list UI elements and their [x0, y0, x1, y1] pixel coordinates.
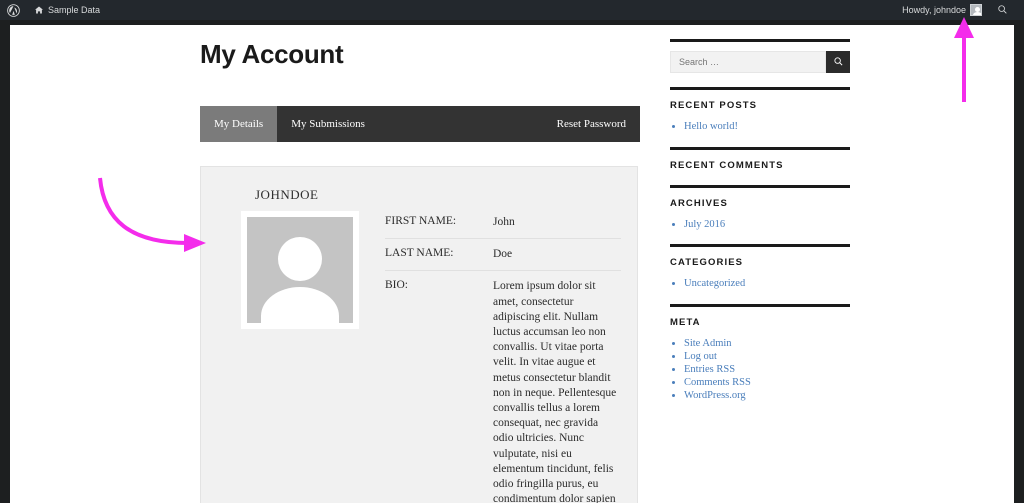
my-account-menu[interactable]: Howdy, johndoe: [895, 0, 989, 20]
search-form: [670, 51, 850, 73]
list-item[interactable]: Log out: [684, 351, 850, 363]
meta-link-log-out: Log out: [684, 350, 717, 362]
field-row-bio: BIO: Lorem ipsum dolor sit amet, consect…: [385, 271, 621, 503]
wordpress-logo-button[interactable]: [0, 0, 27, 20]
wp-admin-bar: Sample Data Howdy, johndoe: [0, 0, 1024, 20]
account-tabs: My Details My Submissions Reset Password: [200, 106, 640, 142]
widget-title-categories: CATEGORIES: [670, 257, 744, 269]
field-value: Lorem ipsum dolor sit amet, consectetur …: [493, 280, 617, 503]
profile-username: JOHNDOE: [255, 187, 319, 202]
meta-link-comments-rss: Comments RSS: [684, 377, 751, 389]
field-label: FIRST NAME:: [385, 215, 457, 227]
reset-password-label: Reset Password: [556, 118, 626, 130]
list-item[interactable]: Comments RSS: [684, 377, 850, 389]
tab-my-details-label: My Details: [214, 118, 264, 130]
meta-link-wordpress-org: WordPress.org: [684, 390, 746, 402]
list-item[interactable]: Uncategorized: [684, 278, 850, 290]
archives-list: July 2016: [670, 219, 850, 231]
field-value: Doe: [493, 248, 513, 261]
user-avatar-icon: [970, 4, 982, 16]
admin-bar-right: Howdy, johndoe: [895, 0, 1024, 20]
main-content: My Account My Details My Submissions Res…: [190, 39, 640, 503]
widget-divider: [670, 244, 850, 248]
category-link: Uncategorized: [684, 278, 746, 290]
howdy-label: Howdy, johndoe: [902, 5, 966, 15]
site-page: My Account My Details My Submissions Res…: [10, 25, 1014, 503]
profile-card: JOHNDOE FIRST NAME: John LAST NAME: Doe: [200, 166, 638, 503]
field-row-first-name: FIRST NAME: John: [385, 211, 621, 240]
widget-title-recent-comments: RECENT COMMENTS: [670, 159, 784, 171]
search-input[interactable]: [670, 51, 826, 73]
tab-my-details[interactable]: My Details: [200, 106, 278, 142]
tab-my-submissions[interactable]: My Submissions: [277, 106, 379, 142]
meta-list: Site Admin Log out Entries RSS Comments …: [670, 338, 850, 402]
user-avatar-placeholder-icon: [247, 217, 353, 323]
list-item[interactable]: Site Admin: [684, 338, 850, 350]
widget-recent-posts: RECENT POSTS Hello world!: [670, 87, 850, 133]
search-icon: [997, 4, 1008, 17]
list-item[interactable]: Entries RSS: [684, 364, 850, 376]
meta-link-entries-rss: Entries RSS: [684, 363, 736, 375]
profile-fields: FIRST NAME: John LAST NAME: Doe BIO: Lor…: [385, 211, 621, 503]
site-name-label: Sample Data: [48, 5, 101, 15]
widget-search: [670, 39, 850, 73]
list-item[interactable]: WordPress.org: [684, 390, 850, 402]
list-item[interactable]: July 2016: [684, 219, 850, 231]
list-item[interactable]: Hello world!: [684, 121, 850, 133]
reset-password-link[interactable]: Reset Password: [543, 106, 640, 142]
categories-list: Uncategorized: [670, 278, 850, 290]
field-label: BIO:: [385, 279, 408, 292]
widget-title-recent-posts: RECENT POSTS: [670, 100, 758, 111]
widget-title-meta: META: [670, 316, 701, 328]
page-frame: My Account My Details My Submissions Res…: [0, 20, 1024, 503]
widget-title-archives: ARCHIVES: [670, 197, 728, 209]
search-icon: [833, 55, 844, 70]
avatar: [241, 211, 359, 329]
widget-divider: [670, 303, 850, 307]
widget-divider: [670, 146, 850, 150]
field-label: LAST NAME:: [385, 247, 454, 260]
widget-meta: META Site Admin Log out Entries RSS Comm…: [670, 303, 850, 402]
home-icon: [34, 5, 44, 15]
field-value: John: [493, 216, 515, 228]
admin-bar-search-button[interactable]: [989, 0, 1016, 20]
widget-archives: ARCHIVES July 2016: [670, 184, 850, 231]
widget-divider: [670, 39, 850, 42]
recent-post-link: Hello world!: [684, 121, 738, 132]
profile-card-body: FIRST NAME: John LAST NAME: Doe BIO: Lor…: [217, 211, 621, 503]
sidebar: RECENT POSTS Hello world! RECENT COMMENT…: [670, 39, 850, 416]
recent-posts-list: Hello world!: [670, 121, 850, 133]
widget-divider: [670, 87, 850, 90]
widget-recent-comments: RECENT COMMENTS: [670, 146, 850, 171]
widget-categories: CATEGORIES Uncategorized: [670, 244, 850, 290]
site-name-menu[interactable]: Sample Data: [27, 0, 107, 20]
page-title: My Account: [200, 39, 344, 69]
tab-my-submissions-label: My Submissions: [291, 118, 365, 130]
widget-divider: [670, 184, 850, 188]
search-submit-button[interactable]: [826, 51, 850, 73]
meta-link-site-admin: Site Admin: [684, 337, 732, 349]
admin-bar-left: Sample Data: [0, 0, 107, 20]
field-row-last-name: LAST NAME: Doe: [385, 239, 621, 272]
wordpress-logo-icon: [7, 3, 20, 17]
archive-link: July 2016: [684, 218, 726, 230]
